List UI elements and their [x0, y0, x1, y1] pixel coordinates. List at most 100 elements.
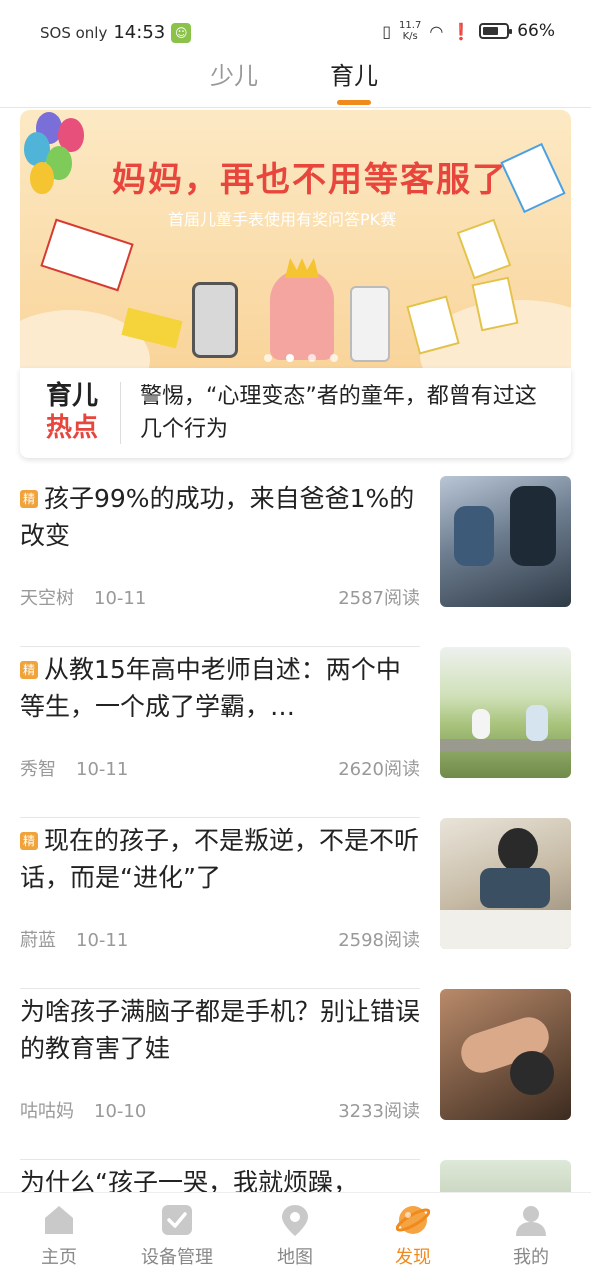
status-bar: SOS only 14:53 ☺ ▯ 11.7 K/s ◠ ❗ 66%: [0, 0, 591, 62]
thumb-figure: [510, 1051, 554, 1095]
nav-map-label: 地图: [277, 1247, 313, 1268]
article-author: 蔚蓝: [20, 930, 56, 951]
article-meta: 蔚蓝 10-11: [20, 926, 128, 952]
featured-badge: 精: [20, 490, 38, 508]
battery-percent: 66%: [517, 21, 555, 41]
hot-topic-card[interactable]: 育儿 热点 警惕，“心理变态”者的童年，都曾有过这几个行为: [20, 368, 571, 458]
nav-mine[interactable]: 我的: [476, 1203, 586, 1269]
thumb-figure: [480, 868, 550, 908]
sos-indicator: SOS only: [40, 23, 108, 42]
balloon-icon: [30, 162, 54, 194]
battery-fill: [483, 27, 499, 35]
thumb-desk: [440, 910, 571, 949]
article-thumbnail[interactable]: [440, 818, 571, 949]
article-item[interactable]: 为啥孩子满脑子都是手机？别让错误的教育害了娃 咕咕妈 10-10 3233阅读: [20, 989, 571, 1160]
article-title-text: 从教15年高中老师自述：两个中等生，一个成了学霸，…: [20, 655, 401, 721]
thumb-ledge: [440, 739, 571, 751]
article-date: 10-11: [76, 759, 129, 780]
divider: [120, 382, 121, 444]
nav-home-label: 主页: [41, 1247, 77, 1268]
hot-topic-headline[interactable]: 警惕，“心理变态”者的童年，都曾有过这几个行为: [140, 380, 550, 446]
nav-device-label: 设备管理: [141, 1247, 213, 1268]
article-item[interactable]: 精从教15年高中老师自述：两个中等生，一个成了学霸，… 秀智 10-11 2620…: [20, 647, 571, 818]
hot-topic-tag: 育儿 热点: [40, 380, 104, 444]
article-title[interactable]: 精从教15年高中老师自述：两个中等生，一个成了学霸，…: [20, 651, 420, 725]
article-item[interactable]: 为什么“孩子一哭，我就烦躁，: [20, 1160, 571, 1192]
banner-dot[interactable]: [330, 354, 338, 362]
article-meta: 秀智 10-11: [20, 755, 128, 781]
air-purifier-illustration: [192, 282, 238, 358]
article-title-text: 孩子99%的成功，来自爸爸1%的改变: [20, 484, 415, 550]
card-illustration: [406, 295, 460, 355]
article-read-count: 2587阅读: [338, 588, 420, 609]
banner-dot-active[interactable]: [286, 354, 294, 362]
nav-home[interactable]: 主页: [4, 1203, 114, 1269]
hot-tag-line2: 热点: [45, 413, 98, 443]
alert-icon: ❗: [451, 21, 472, 41]
article-read-count: 3233阅读: [338, 1101, 420, 1122]
article-title-text: 为啥孩子满脑子都是手机？别让错误的教育害了娃: [20, 997, 420, 1063]
article-date: 10-11: [94, 588, 147, 609]
article-title-text: 现在的孩子，不是叛逆，不是不听话，而是“进化”了: [20, 826, 420, 892]
thumb-figure: [472, 709, 490, 739]
article-author: 秀智: [20, 759, 56, 780]
wifi-icon: ◠: [429, 21, 444, 41]
nav-device-management[interactable]: 设备管理: [122, 1203, 232, 1269]
network-speed-value: 11.7: [399, 20, 422, 31]
nav-map[interactable]: 地图: [240, 1203, 350, 1269]
home-icon: [42, 1203, 76, 1237]
article-thumbnail[interactable]: [440, 476, 571, 607]
map-pin-icon: [278, 1203, 312, 1237]
article-title[interactable]: 精现在的孩子，不是叛逆，不是不听话，而是“进化”了: [20, 822, 420, 896]
nav-mine-label: 我的: [513, 1247, 549, 1268]
article-author: 咕咕妈: [20, 1101, 74, 1122]
vibrate-icon: ▯: [382, 21, 392, 41]
thumb-figure: [498, 828, 538, 872]
nav-discover-label: 发现: [395, 1247, 431, 1268]
coupon-illustration: [40, 218, 134, 292]
banner-title: 妈妈，再也不用等客服了: [112, 160, 508, 200]
nav-discover[interactable]: 发现: [358, 1203, 468, 1269]
network-speed: 11.7 K/s: [399, 20, 421, 42]
hot-tag-line1: 育儿: [45, 381, 98, 411]
article-thumbnail[interactable]: [440, 989, 571, 1120]
article-item[interactable]: 精现在的孩子，不是叛逆，不是不听话，而是“进化”了 蔚蓝 10-11 2598阅读: [20, 818, 571, 989]
banner-pagination: [264, 354, 338, 362]
category-tabs: 少儿 育儿: [0, 56, 591, 108]
bottom-navigation: 主页 设备管理 地图 发现 我的: [0, 1192, 591, 1280]
battery-icon: [479, 23, 513, 39]
coupon-illustration: [500, 142, 566, 214]
thumb-figure: [510, 486, 556, 566]
thumb-figure: [526, 705, 548, 741]
discover-planet-icon: [395, 1203, 431, 1237]
article-thumbnail[interactable]: [440, 647, 571, 778]
article-date: 10-10: [94, 1101, 147, 1122]
promo-banner[interactable]: 妈妈，再也不用等客服了 首届儿童手表使用有奖问答PK赛: [20, 110, 571, 372]
person-icon: [514, 1203, 548, 1237]
clock: 14:53: [113, 22, 166, 43]
device-check-icon: [160, 1203, 194, 1237]
article-title[interactable]: 为啥孩子满脑子都是手机？别让错误的教育害了娃: [20, 993, 420, 1067]
article-title[interactable]: 精孩子99%的成功，来自爸爸1%的改变: [20, 480, 420, 554]
purifier-illustration: [350, 286, 390, 362]
article-date: 10-11: [76, 930, 129, 951]
article-read-count: 2598阅读: [338, 930, 420, 951]
tab-parenting[interactable]: 育儿: [330, 56, 378, 106]
banner-subtitle: 首届儿童手表使用有奖问答PK赛: [168, 210, 397, 229]
article-meta: 咕咕妈 10-10: [20, 1097, 146, 1123]
card-illustration: [456, 218, 512, 280]
article-read-count: 2620阅读: [338, 759, 420, 780]
cheering-girl-illustration: [270, 270, 334, 360]
tab-children[interactable]: 少儿: [210, 56, 258, 106]
thumb-figure: [454, 506, 494, 566]
crown-icon: [285, 258, 319, 278]
article-meta: 天空树 10-11: [20, 584, 146, 610]
article-author: 天空树: [20, 588, 74, 609]
banner-dot[interactable]: [308, 354, 316, 362]
article-item[interactable]: 精孩子99%的成功，来自爸爸1%的改变 天空树 10-11 2587阅读: [20, 476, 571, 647]
banner-dot[interactable]: [264, 354, 272, 362]
article-title[interactable]: 为什么“孩子一哭，我就烦躁，: [20, 1164, 420, 1192]
article-thumbnail[interactable]: [440, 1160, 571, 1192]
tab-active-indicator: [337, 100, 371, 105]
featured-badge: 精: [20, 661, 38, 679]
